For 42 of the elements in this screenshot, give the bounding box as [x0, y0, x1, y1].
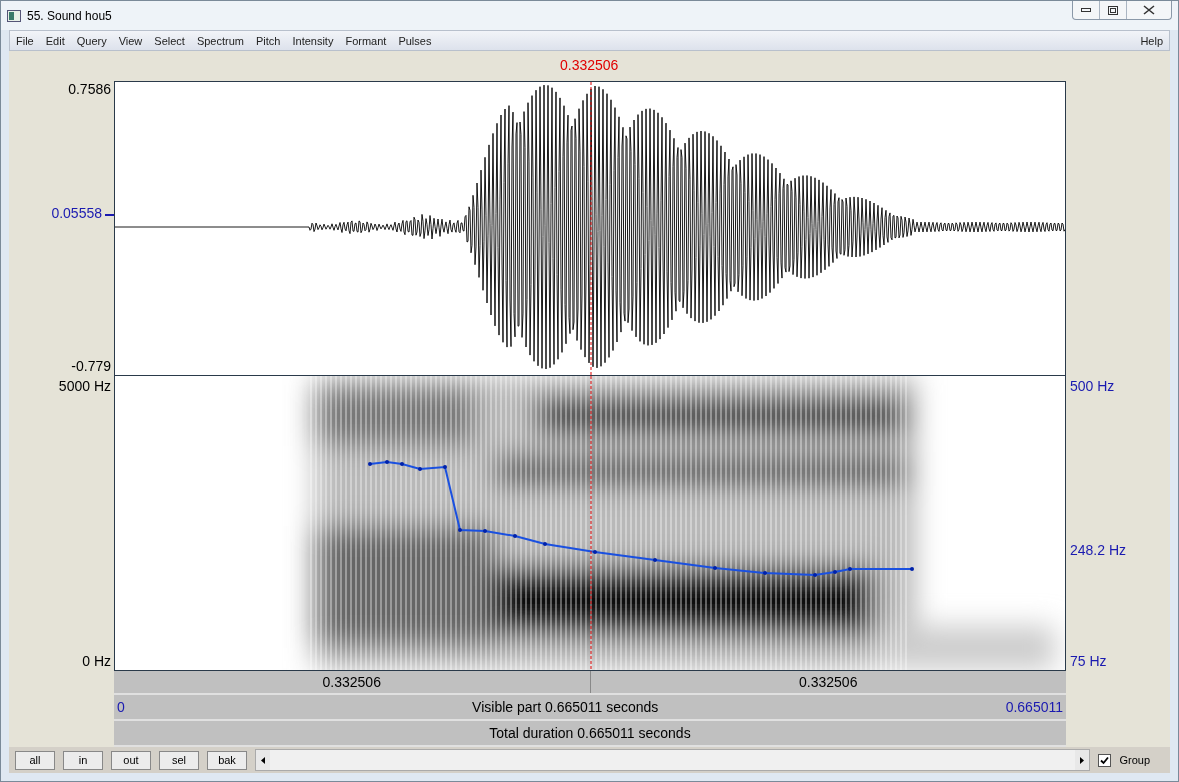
scroll-right-icon[interactable] [1080, 756, 1085, 764]
pitch-cursor-label: 248.2 Hz [1070, 542, 1127, 558]
zoom-button[interactable]: out [111, 750, 151, 770]
tick-mark [105, 214, 114, 216]
menu-item[interactable]: Query [76, 34, 107, 47]
minimize-icon[interactable] [1081, 8, 1091, 12]
menu-item[interactable]: Spectrum [196, 34, 244, 47]
maximize-icon[interactable] [1108, 5, 1118, 15]
pitch-max-label: 500 Hz [1070, 378, 1115, 394]
group-label: Group [1119, 754, 1150, 766]
app-icon [7, 9, 21, 22]
pitch-min-label: 75 Hz [1070, 653, 1107, 669]
time-segment[interactable]: 0.332506 [114, 671, 591, 693]
zoom-button[interactable]: bak [207, 750, 247, 770]
menu-item[interactable]: Intensity [292, 34, 334, 47]
frequency-max-label: 5000 Hz [58, 378, 111, 394]
amplitude-max-label: 0.7586 [68, 81, 111, 97]
menu-item[interactable]: Pulses [398, 34, 432, 47]
menu-item[interactable]: View [118, 34, 143, 47]
menu-item[interactable]: Edit [45, 34, 65, 47]
group-checkbox[interactable] [1098, 753, 1112, 767]
menu-item[interactable]: Formant [345, 34, 387, 47]
amplitude-min-label: -0.779 [71, 358, 111, 374]
frequency-min-label: 0 Hz [82, 653, 111, 669]
zoom-button[interactable]: in [63, 750, 103, 770]
close-icon[interactable] [1143, 5, 1155, 15]
amplitude-cursor-label: 0.05558 [51, 205, 102, 221]
time-segment[interactable]: 0.332506 [590, 671, 1066, 693]
visible-start-label: 0 [116, 699, 126, 715]
window-title: 55. Sound hou5 [27, 8, 113, 23]
menu-item[interactable]: File [16, 34, 34, 47]
total-duration-label: Total duration 0.665011 seconds [488, 725, 692, 741]
help-menu[interactable]: Help [1140, 34, 1163, 47]
zoom-button[interactable]: sel [159, 750, 199, 770]
horizontal-scrollbar[interactable] [255, 749, 1091, 771]
menu-item[interactable]: Pitch [256, 34, 281, 47]
visible-part-label: Visible part 0.665011 seconds [471, 699, 660, 715]
scroll-left-icon[interactable] [261, 756, 265, 764]
zoom-button[interactable]: all [15, 750, 55, 770]
visible-end-label: 0.665011 [1004, 699, 1064, 715]
cursor-time: 0.332506 [560, 57, 619, 73]
menu-item[interactable]: Select [154, 34, 185, 47]
